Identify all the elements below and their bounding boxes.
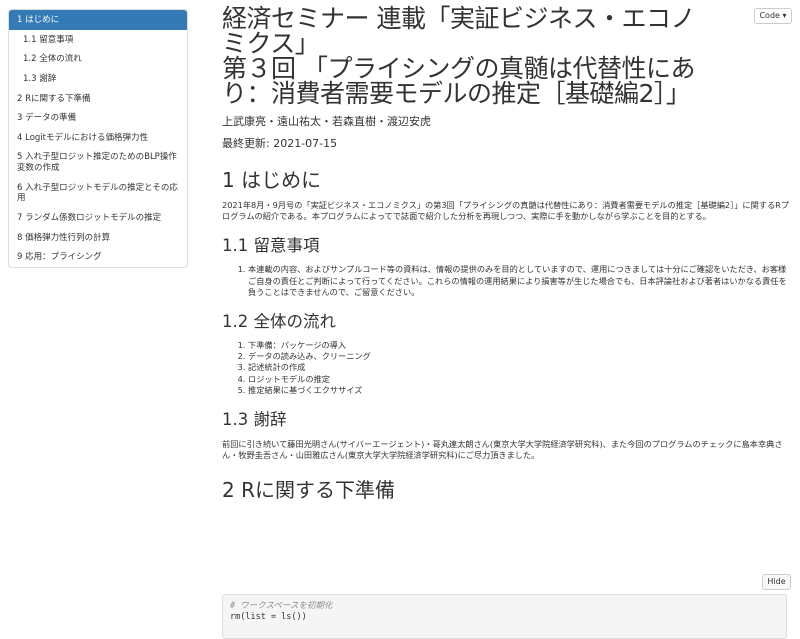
section-heading-notes: 1.1 留意事項 (222, 236, 320, 256)
section-heading-intro: 1 はじめに (222, 168, 322, 192)
page-title: 経済セミナー 連載「実証ビジネス・エコノ ミクス」 第３回 「プライシングの真髄… (222, 0, 792, 106)
main-content: 経済セミナー 連載「実証ビジネス・エコノ ミクス」 第３回 「プライシングの真髄… (222, 0, 792, 501)
list-item: ロジットモデルの推定 (248, 374, 792, 385)
intro-paragraph: 2021年8月・9月号の「実証ビジネス・エコノミクス」の第3回「プライシングの真… (222, 200, 790, 222)
hide-code-button[interactable]: Hide (762, 574, 791, 590)
notes-list: 本連載の内容、およびサンプルコード等の資料は、情報の提供のみを目的としていますの… (222, 264, 792, 298)
code-line: rm(list = ls()) (230, 612, 307, 622)
table-of-contents: 1 はじめに 1.1 留意事項 1.2 全体の流れ 1.3 謝辞 2 Rに関する下準備 3… (8, 9, 188, 268)
toc-item[interactable]: 1.3 謝辞 (9, 69, 187, 89)
page-title-line: り：消費者需要モデルの推定［基礎編2］」 (222, 79, 691, 108)
toc-item[interactable]: 1 はじめに (9, 10, 187, 30)
page-title-line: ミクス」 (222, 29, 320, 58)
list-item: 下準備：パッケージの導入 (248, 340, 792, 351)
code-comment: # ワークスペースを初期化 (230, 601, 333, 611)
toc-item[interactable]: 3 データの準備 (9, 108, 187, 128)
page-title-line: 経済セミナー 連載「実証ビジネス・エコノ (222, 4, 695, 33)
list-item: 推定結果に基づくエクササイズ (248, 385, 792, 396)
toc-item[interactable]: 1.1 留意事項 (9, 30, 187, 50)
last-updated-date: 最終更新: 2021-07-15 (222, 137, 338, 150)
code-block: # ワークスペースを初期化 rm(list = ls()) (222, 594, 787, 639)
section-heading-r-setup: 2 Rに関する下準備 (222, 478, 395, 503)
section-heading-flow: 1.2 全体の流れ (222, 312, 336, 332)
toc-item[interactable]: 7 ランダム係数ロジットモデルの推定 (9, 208, 187, 228)
list-item: データの読み込み、クリーニング (248, 351, 792, 362)
list-item: 本連載の内容、およびサンプルコード等の資料は、情報の提供のみを目的としていますの… (248, 264, 792, 298)
toc-item[interactable]: 6 入れ子型ロジットモデルの推定とその応用 (9, 178, 187, 208)
toc-item[interactable]: 8 価格弾力性行列の計算 (9, 228, 187, 248)
list-item: 記述統計の作成 (248, 362, 792, 373)
toc-item[interactable]: 5 入れ子型ロジット推定のためのBLP操作変数の作成 (9, 147, 187, 177)
page-title-line: 第３回 「プライシングの真髄は代替性にあ (222, 54, 695, 83)
toc-item[interactable]: 4 Logitモデルにおける価格弾力性 (9, 128, 187, 148)
toc-item[interactable]: 2 Rに関する下準備 (9, 89, 187, 109)
toc-item[interactable]: 1.2 全体の流れ (9, 49, 187, 69)
section-heading-acknowledgements: 1.3 謝辞 (222, 410, 287, 430)
toc-item[interactable]: 9 応用：プライシング (9, 247, 187, 267)
acknowledgements-paragraph: 前回に引き続いて藤田光明さん(サイバーエージェント)・哥丸連太朗さん(東京大学大… (222, 439, 783, 461)
authors: 上武康亮・遠山祐太・若森直樹・渡辺安虎 (222, 115, 431, 128)
flow-list: 下準備：パッケージの導入データの読み込み、クリーニング記述統計の作成ロジットモデ… (222, 340, 792, 396)
